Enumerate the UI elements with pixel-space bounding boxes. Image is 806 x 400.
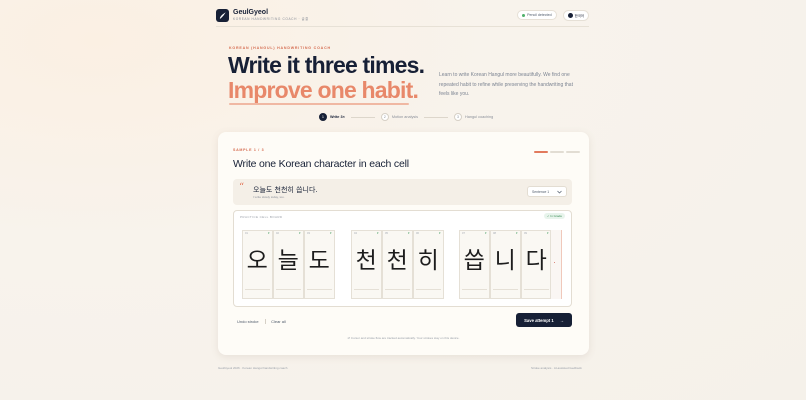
progress-segment bbox=[534, 151, 548, 153]
clear-all-button[interactable]: Clear all bbox=[271, 319, 286, 324]
check-icon: ▾ bbox=[438, 231, 441, 235]
practice-board: PRACTICE CELL BOARD ✓ In Grade 01 ▾ 오 02… bbox=[233, 210, 572, 307]
chevron-down-icon bbox=[557, 190, 562, 193]
cell-index: 02 bbox=[276, 232, 279, 235]
brand[interactable]: GeulGyeol KOREAN HANDWRITING COACH · 글결 bbox=[216, 8, 309, 22]
sentence-translation: I write slowly today, too. bbox=[253, 195, 285, 199]
footer-tagline: Stroke analysis · AI-assisted feedback bbox=[531, 366, 582, 370]
handwritten-character: 천 bbox=[355, 248, 377, 274]
status-dot-icon bbox=[522, 13, 526, 17]
writing-cell[interactable]: 02 ▾ 늘 bbox=[273, 230, 304, 299]
step-connector bbox=[350, 116, 375, 118]
cell-index: 03 bbox=[307, 232, 310, 235]
cell-index: 09 bbox=[524, 232, 527, 235]
language-toggle-button[interactable]: 한국어 bbox=[562, 9, 589, 21]
writing-cell[interactable]: 06 ▾ 히 bbox=[413, 230, 444, 299]
globe-icon bbox=[567, 12, 573, 18]
step-label: Write 3× bbox=[330, 115, 345, 119]
sentence-select-value: Sentence 1 bbox=[532, 189, 550, 194]
brand-title: GeulGyeol bbox=[233, 9, 269, 16]
writing-cell[interactable]: 09 ▾ 다 bbox=[521, 230, 552, 299]
tracking-hint: ⇄ Cursor and stroke flow are tracked aut… bbox=[347, 336, 460, 340]
handwritten-character: 오 bbox=[246, 248, 268, 274]
hero-intro: Learn to write Korean Hangul more beauti… bbox=[439, 72, 573, 97]
writing-cell[interactable]: 01 ▾ 오 bbox=[242, 230, 273, 299]
card-title: Write one Korean character in each cell bbox=[233, 158, 409, 170]
step-label: Hangul coaching bbox=[464, 115, 494, 119]
check-icon: ▾ bbox=[267, 231, 270, 235]
language-label: 한국어 bbox=[574, 13, 584, 18]
check-icon: ▾ bbox=[329, 231, 332, 235]
handwritten-character: 늘 bbox=[277, 248, 299, 274]
period-cell[interactable] bbox=[550, 230, 562, 299]
handwritten-character: 히 bbox=[417, 248, 439, 274]
handwritten-character: 니 bbox=[494, 248, 516, 274]
handwritten-character: 다 bbox=[525, 248, 547, 274]
header-divider bbox=[216, 26, 589, 27]
step-motion-analysis: 2 Motion analysis bbox=[380, 113, 418, 121]
hero-underline bbox=[229, 103, 409, 105]
check-icon: ▾ bbox=[546, 231, 549, 235]
handwritten-character: 씁 bbox=[463, 248, 485, 274]
pencil-status-badge: Pencil detected bbox=[517, 10, 557, 20]
word-group: 07 ▾ 씁 08 ▾ 니 09 ▾ 다 bbox=[459, 230, 552, 299]
top-bar: GeulGyeol KOREAN HANDWRITING COACH · 글결 … bbox=[216, 4, 589, 26]
step-number: 2 bbox=[380, 113, 389, 121]
cell-index: 06 bbox=[416, 232, 419, 235]
cell-index: 07 bbox=[462, 232, 465, 235]
step-number: 1 bbox=[319, 113, 327, 121]
action-separator bbox=[264, 319, 266, 324]
hero-headline-2: Improve one habit. bbox=[228, 77, 419, 103]
handwritten-character: 도 bbox=[308, 248, 330, 274]
save-attempt-button[interactable]: Save attempt 1 → bbox=[516, 313, 572, 327]
board-actions: Undo stroke Clear all bbox=[237, 319, 286, 324]
step-label: Motion analysis bbox=[391, 115, 418, 119]
undo-stroke-button[interactable]: Undo stroke bbox=[237, 319, 259, 324]
writing-cell[interactable]: 08 ▾ 니 bbox=[490, 230, 521, 299]
step-connector bbox=[423, 116, 448, 118]
writing-card: SAMPLE 1 / 3 Write one Korean character … bbox=[218, 132, 589, 355]
pencil-status-text: Pencil detected bbox=[527, 13, 552, 17]
sample-progress bbox=[534, 151, 580, 153]
progress-segment bbox=[566, 151, 580, 153]
check-icon: ▾ bbox=[484, 231, 487, 235]
cell-index: 04 bbox=[354, 232, 357, 235]
footer-copyright: GeulGyeol 2026 · Korean Hangul handwriti… bbox=[218, 366, 288, 370]
target-sentence: “ 오늘도 천천히 씁니다. I write slowly today, too… bbox=[233, 179, 572, 205]
cell-index: 08 bbox=[493, 232, 496, 235]
step-write: 1 Write 3× bbox=[319, 113, 345, 121]
step-hangul-coaching: 3 Hangul coaching bbox=[453, 113, 494, 121]
sentence-korean: 오늘도 천천히 씁니다. bbox=[253, 186, 318, 194]
progress-segment bbox=[550, 151, 564, 153]
word-group: 01 ▾ 오 02 ▾ 늘 03 ▾ 도 bbox=[242, 230, 335, 299]
step-indicator: 1 Write 3× 2 Motion analysis 3 Hangul co… bbox=[319, 113, 493, 121]
cell-index: 05 bbox=[385, 232, 388, 235]
writing-cell[interactable]: 04 ▾ 천 bbox=[351, 230, 382, 299]
in-grade-badge: ✓ In Grade bbox=[544, 213, 566, 219]
writing-cell[interactable]: 03 ▾ 도 bbox=[304, 230, 335, 299]
writing-cell[interactable]: 05 ▾ 천 bbox=[382, 230, 413, 299]
save-attempt-label: Save attempt 1 bbox=[524, 317, 554, 323]
quote-icon: “ bbox=[239, 182, 245, 193]
sample-counter: SAMPLE 1 / 3 bbox=[233, 148, 265, 152]
hero-eyebrow: KOREAN (HANGUL) HANDWRITING COACH bbox=[229, 46, 331, 50]
brush-logo-icon bbox=[216, 8, 229, 22]
arrow-right-icon: → bbox=[559, 317, 564, 323]
word-group: 04 ▾ 천 05 ▾ 천 06 ▾ 히 bbox=[351, 230, 444, 299]
cell-index: 01 bbox=[245, 232, 248, 235]
sentence-select[interactable]: Sentence 1 bbox=[527, 186, 567, 197]
brand-subtitle: KOREAN HANDWRITING COACH · 글결 bbox=[233, 17, 309, 21]
check-icon: ▾ bbox=[298, 231, 301, 235]
hero-headline-1: Write it three times. bbox=[228, 52, 425, 78]
writing-cell[interactable]: 07 ▾ 씁 bbox=[459, 230, 490, 299]
step-number: 3 bbox=[453, 113, 462, 121]
check-icon: ▾ bbox=[407, 231, 410, 235]
practice-board-label: PRACTICE CELL BOARD bbox=[240, 215, 283, 219]
period-mark bbox=[554, 262, 556, 264]
check-icon: ▾ bbox=[515, 231, 518, 235]
handwritten-character: 천 bbox=[386, 248, 408, 274]
check-icon: ▾ bbox=[376, 231, 379, 235]
